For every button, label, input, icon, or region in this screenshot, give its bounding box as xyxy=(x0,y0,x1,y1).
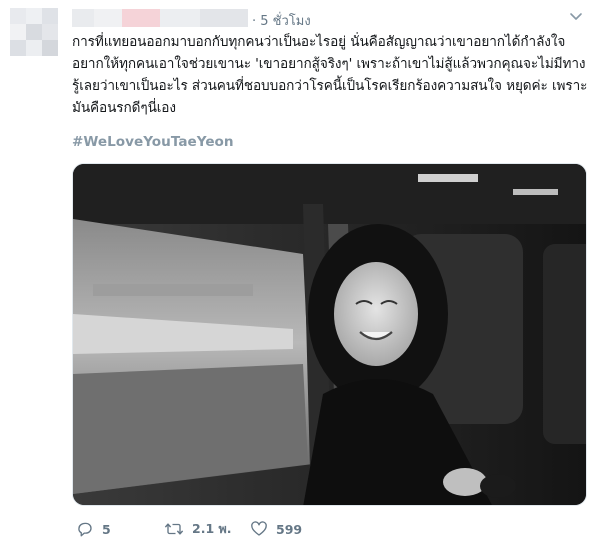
avatar[interactable] xyxy=(10,8,58,56)
tweet-text-line: รู้เลยว่าเขาเป็นอะไร ส่วนคนที่ชอบบอกว่าโ… xyxy=(72,78,588,94)
reply-button[interactable]: 5 xyxy=(76,517,111,541)
reply-icon xyxy=(78,522,92,537)
timestamp[interactable]: · 5 ชั่วโมง xyxy=(252,10,311,31)
retweet-icon xyxy=(164,523,184,535)
tweet-actions: 5 2.1 พ. 599 xyxy=(72,517,572,541)
retweet-count: 2.1 พ. xyxy=(192,521,232,536)
tweet-text-line: การที่แทยอนออกมาบอกกับทุกคนว่าเป็นอะไรอย… xyxy=(72,34,566,50)
username-redacted[interactable] xyxy=(72,9,252,27)
tweet-text: การที่แทยอนออกมาบอกกับทุกคนว่าเป็นอะไรอย… xyxy=(72,31,588,119)
like-count: 599 xyxy=(276,521,303,537)
tweet-header: · 5 ชั่วโมง xyxy=(72,6,590,30)
tweet-text-line: อยากให้ทุกคนเอาใจช่วยเขานะ 'เขาอยากสู้จร… xyxy=(72,56,586,72)
retweet-button[interactable]: 2.1 พ. xyxy=(164,517,231,541)
tweet-photo[interactable] xyxy=(72,163,587,506)
heart-icon xyxy=(251,521,267,536)
tweet-text-line: มันคือนรกดีๆนี่เอง xyxy=(72,100,176,116)
like-button[interactable]: 599 xyxy=(250,517,302,541)
photo-image xyxy=(73,164,586,505)
chevron-down-icon[interactable] xyxy=(568,8,584,24)
reply-count: 5 xyxy=(102,521,111,537)
hashtag-link[interactable]: #WeLoveYouTaeYeon xyxy=(72,134,234,150)
